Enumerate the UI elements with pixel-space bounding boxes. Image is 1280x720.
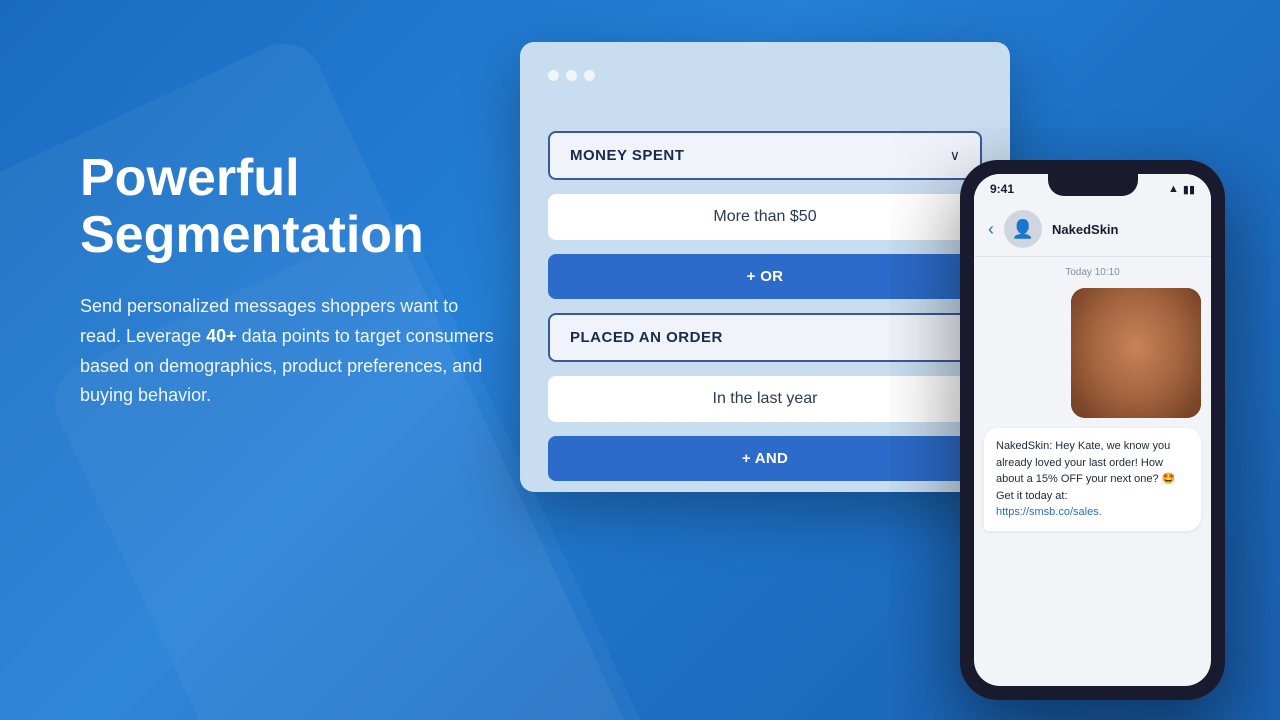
money-value[interactable]: More than $50 [548,194,982,240]
order-value[interactable]: In the last year [548,376,982,422]
or-button[interactable]: + OR [548,254,982,299]
user-icon: 👤 [1012,219,1034,240]
phone-screen: 9:41 ▲ ▮▮ ‹ 👤 NakedSkin Today 10:10 [974,174,1211,686]
dot-3 [584,70,595,81]
product-image-bubble [1071,288,1201,418]
chat-header: ‹ 👤 NakedSkin [974,200,1211,257]
avatar: 👤 [1004,210,1042,248]
phone-mockup: 9:41 ▲ ▮▮ ‹ 👤 NakedSkin Today 10:10 [960,160,1225,700]
left-section: Powerful Segmentation Send personalized … [80,150,500,411]
panel-dots [548,70,982,81]
status-time: 9:41 [990,182,1014,196]
placed-order-row: PLACED AN ORDER [548,313,982,362]
placed-order-dropdown[interactable]: PLACED AN ORDER [548,313,982,362]
chat-message-text: NakedSkin: Hey Kate, we know you already… [996,440,1175,502]
battery-icon: ▮▮ [1183,183,1195,196]
body-text: Send personalized messages shoppers want… [80,292,500,411]
chat-date: Today 10:10 [984,267,1201,278]
money-spent-dropdown[interactable]: MONEY SPENT ∨ [548,131,982,180]
product-image [1071,288,1201,418]
page-headline: Powerful Segmentation [80,150,500,264]
and-button-row: + AND [548,436,982,481]
money-spent-row: MONEY SPENT ∨ [548,131,982,180]
money-spent-label: MONEY SPENT [570,147,684,164]
status-icons: ▲ ▮▮ [1168,183,1195,196]
chat-body: Today 10:10 NakedSkin: Hey Kate, we know… [974,257,1211,686]
money-value-row: More than $50 [548,194,982,240]
dot-1 [548,70,559,81]
dot-2 [566,70,577,81]
chevron-down-icon: ∨ [950,147,960,164]
back-button[interactable]: ‹ [988,219,994,240]
placed-order-label: PLACED AN ORDER [570,329,723,346]
chat-message-link[interactable]: https://smsb.co/sales. [996,506,1102,518]
contact-name: NakedSkin [1052,222,1118,237]
body-highlight: 40+ [206,326,237,346]
phone-notch [1048,174,1138,196]
wifi-icon: ▲ [1168,183,1179,195]
phone-frame: 9:41 ▲ ▮▮ ‹ 👤 NakedSkin Today 10:10 [960,160,1225,700]
order-value-row: In the last year [548,376,982,422]
or-button-row: + OR [548,254,982,299]
chat-message-bubble: NakedSkin: Hey Kate, we know you already… [984,428,1201,531]
segmentation-panel: MONEY SPENT ∨ More than $50 + OR PLACED … [520,42,1010,492]
and-button[interactable]: + AND [548,436,982,481]
